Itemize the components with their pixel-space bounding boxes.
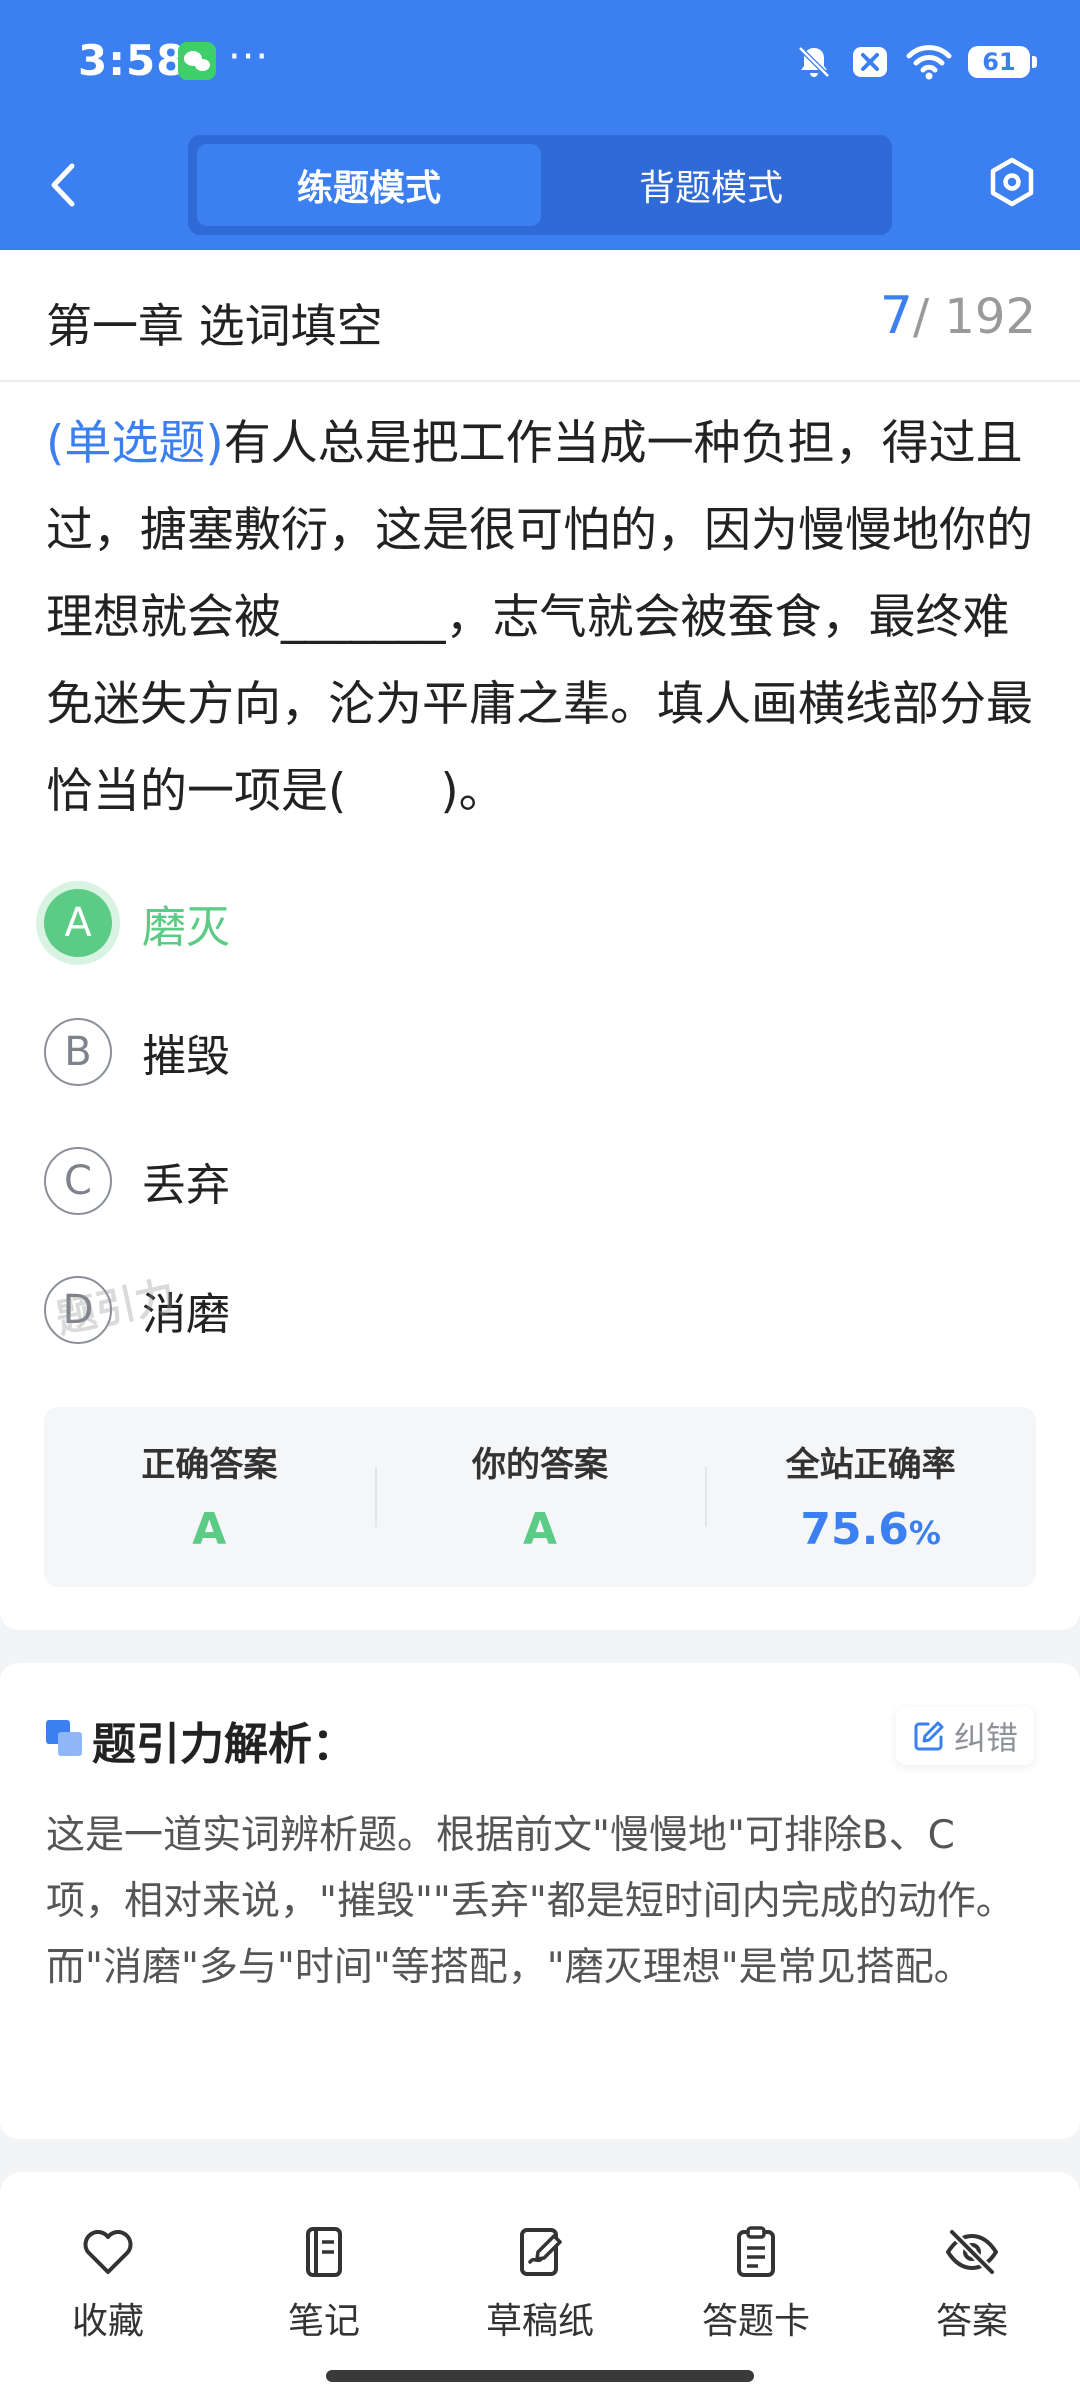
answer-result-box: 正确答案 A 你的答案 A 全站正确率 75.6% — [44, 1407, 1036, 1587]
notes-label: 笔记 — [287, 2301, 360, 2342]
option-text: 磨灭 — [142, 902, 230, 953]
more-notifications-icon: ··· — [228, 34, 270, 80]
analysis-text: 这是一道实词辨析题。根据前文"慢慢地"可排除B、C项，相对来说，"摧毁""丢弃"… — [46, 1813, 1015, 1990]
tab-recite-mode[interactable]: 背题模式 — [539, 144, 883, 226]
draft-paper-icon — [520, 2228, 562, 2276]
answer-toggle-button[interactable]: 答案 — [897, 2222, 1047, 2344]
accuracy-unit: % — [908, 1514, 941, 1552]
question-progress: 7/ 192 — [880, 286, 1036, 346]
favorite-label: 收藏 — [71, 2301, 144, 2342]
status-time: 3:58 — [78, 36, 187, 85]
draft-paper-button[interactable]: 草稿纸 — [465, 2222, 615, 2344]
option-text: 摧毁 — [142, 1031, 230, 1082]
your-answer-label: 你的答案 — [472, 1445, 608, 1485]
chapter-title: 第一章 选词填空 — [46, 299, 383, 353]
option-c[interactable]: C 丢弃 — [44, 1141, 844, 1221]
answer-toggle-label: 答案 — [935, 2301, 1008, 2342]
question-card: 第一章 选词填空 7/ 192 (单选题)有人总是把工作当成一种负担，得过且过，… — [0, 250, 1080, 1630]
chapter-header: 第一章 选词填空 7/ 192 — [0, 250, 1080, 382]
progress-current: 7 — [879, 286, 913, 346]
correct-answer: 正确答案 A — [44, 1407, 375, 1587]
back-button[interactable] — [38, 155, 88, 215]
favorite-button[interactable]: 收藏 — [33, 2222, 183, 2344]
your-answer-value: A — [522, 1504, 558, 1555]
bottom-toolbar: 收藏 笔记 草稿纸 答题卡 答案 — [0, 2172, 1080, 2400]
option-a[interactable]: A 磨灭 — [44, 883, 844, 963]
settings-hex-icon — [990, 157, 1034, 207]
analysis-card: 题引力解析： 纠错 这是一道实词辨析题。根据前文"慢慢地"可排除B、C项，相对来… — [0, 1663, 1080, 2139]
wechat-icon — [178, 42, 216, 80]
answer-card-icon — [737, 2226, 775, 2277]
question-body: 有人总是把工作当成一种负担，得过且过，搪塞敷衍，这是很可怕的，因为慢慢地你的理想… — [46, 416, 1033, 819]
mode-switch: 练题模式 背题模式 — [188, 135, 892, 235]
battery-icon: 61 — [968, 46, 1037, 78]
mute-bell-icon — [798, 46, 830, 78]
draft-paper-label: 草稿纸 — [485, 2301, 594, 2342]
correct-answer-label: 正确答案 — [141, 1445, 278, 1485]
wifi-icon — [906, 45, 952, 80]
top-header: 3:58 ··· 61 练题模式 背题模式 — [0, 0, 1080, 250]
heart-icon — [83, 2230, 133, 2274]
notes-button[interactable]: 笔记 — [249, 2222, 399, 2344]
correct-answer-value: A — [192, 1504, 227, 1555]
option-letter: B — [44, 1018, 112, 1086]
eye-off-icon — [946, 2229, 998, 2275]
option-text: 丢弃 — [142, 1160, 230, 1211]
tab-practice-mode[interactable]: 练题模式 — [197, 144, 541, 226]
site-accuracy: 全站正确率 75.6% — [705, 1407, 1036, 1587]
answer-card-button[interactable]: 答题卡 — [681, 2222, 831, 2344]
edit-icon — [914, 1721, 944, 1751]
option-letter: C — [44, 1147, 112, 1215]
report-error-button[interactable]: 纠错 — [895, 1707, 1034, 1765]
notebook-icon — [306, 2227, 342, 2277]
analysis-icon — [46, 1720, 82, 1756]
question-type: (单选题) — [46, 416, 224, 471]
settings-button[interactable] — [982, 152, 1042, 212]
home-indicator[interactable] — [326, 2370, 754, 2382]
option-b[interactable]: B 摧毁 — [44, 1012, 844, 1092]
site-accuracy-value: 75.6% — [800, 1504, 941, 1555]
status-icons: 61 — [794, 40, 1037, 84]
question-text: (单选题)有人总是把工作当成一种负担，得过且过，搪塞敷衍，这是很可怕的，因为慢慢… — [46, 400, 1036, 835]
back-arrow-icon — [51, 163, 75, 207]
your-answer: 你的答案 A — [374, 1407, 706, 1587]
accuracy-number: 75.6 — [800, 1504, 909, 1555]
progress-total: / 192 — [912, 289, 1036, 345]
site-accuracy-label: 全站正确率 — [785, 1445, 956, 1485]
battery-level: 61 — [982, 48, 1016, 76]
answer-card-label: 答题卡 — [701, 2301, 810, 2342]
status-bar: 3:58 ··· 61 — [0, 28, 1080, 98]
option-letter: A — [44, 889, 112, 957]
close-box-icon — [853, 47, 887, 77]
report-error-label: 纠错 — [953, 1719, 1018, 1757]
analysis-title: 题引力解析： — [92, 1719, 356, 1770]
